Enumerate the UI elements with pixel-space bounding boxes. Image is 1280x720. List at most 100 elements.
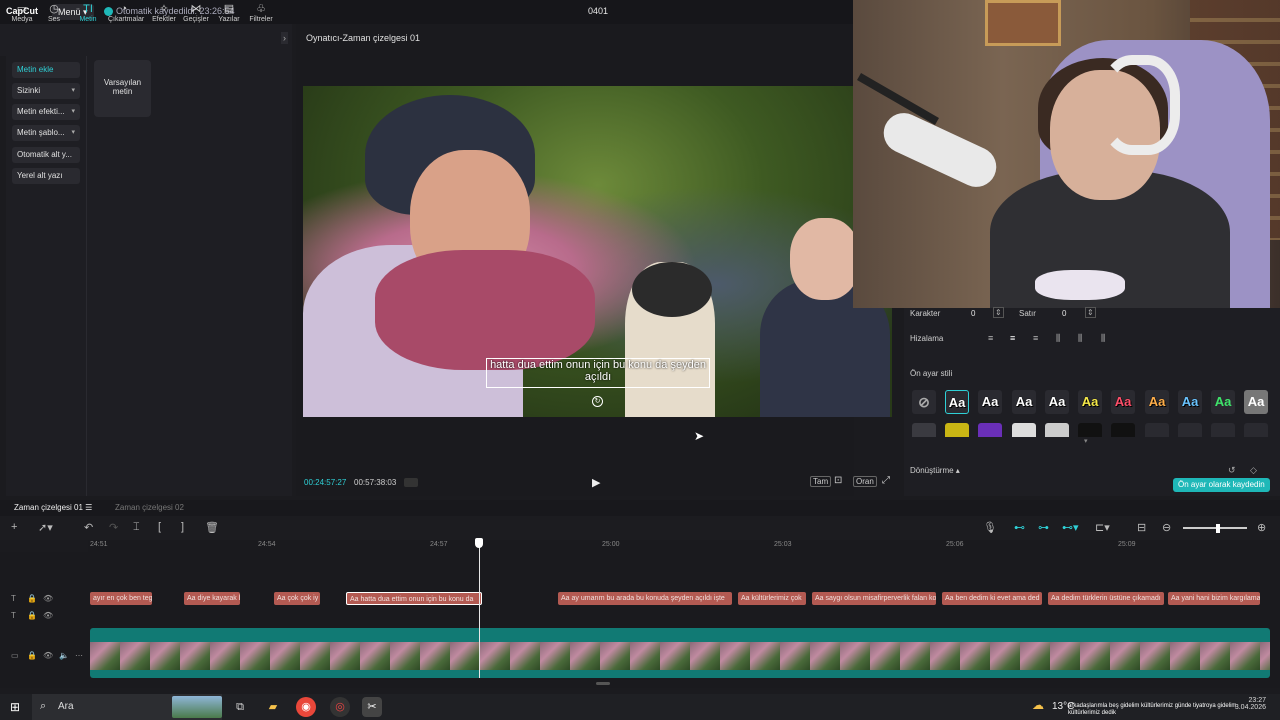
sidebar-item-text-effect[interactable]: Metin efekti... ▾ [12, 104, 80, 120]
sidebar-item-auto-captions[interactable]: Otomatik alt y... [12, 147, 80, 163]
preset-style-item[interactable] [1145, 423, 1169, 437]
tab-timeline-02[interactable]: Zaman çizelgesi 02 [115, 503, 184, 512]
file-explorer-icon[interactable]: ▰ [263, 697, 283, 717]
tab-audio[interactable]: ◷ Ses [38, 3, 70, 23]
caption-clip[interactable]: Aa diye kayarak b [184, 592, 240, 605]
visibility-icon[interactable]: 👁 [43, 651, 53, 660]
no-style-icon[interactable]: ⊘ [912, 390, 936, 414]
preset-style-item[interactable] [1244, 423, 1268, 437]
caption-clip[interactable]: Aa ay umarım bu arada bu konuda şeyden a… [558, 592, 732, 605]
split-icon[interactable]: ⌶ [133, 521, 140, 534]
preset-style-item[interactable]: Aa [945, 390, 969, 414]
preset-style-item[interactable] [1178, 423, 1202, 437]
capcut-icon[interactable]: ✂ [362, 697, 382, 717]
caption-clip[interactable]: Aa saygı olsun misafirperverlik falan ko [812, 592, 936, 605]
fullscreen-mode-button[interactable]: Tam [810, 476, 832, 487]
chevron-down-icon[interactable]: ▾ [1084, 437, 1088, 445]
delete-icon[interactable]: 🗑 [205, 521, 219, 534]
preset-style-item[interactable] [912, 423, 936, 437]
preset-style-item[interactable] [978, 423, 1002, 437]
weather-icon[interactable]: ☁ [1032, 698, 1044, 712]
microphone-icon[interactable]: 🎙 [983, 521, 997, 534]
ratio-button[interactable]: Oran [853, 476, 877, 487]
visibility-icon[interactable]: 👁 [43, 611, 53, 620]
sidebar-item-text-template[interactable]: Metin şablo... ▾ [12, 125, 80, 141]
save-preset-button[interactable]: Ön ayar olarak kaydedin [1173, 478, 1270, 492]
tab-timeline-01[interactable]: Zaman çizelgesi 01 ☰ [14, 503, 92, 512]
snapshot-icon[interactable]: ⊡ [834, 475, 842, 486]
redo-icon[interactable]: ↷ [109, 521, 118, 534]
trim-right-icon[interactable]: ] [181, 521, 184, 533]
caption-view-icon[interactable]: ⊟ [1137, 521, 1146, 534]
align-vertical-bottom-icon[interactable]: ⫼ [1101, 333, 1105, 344]
obs-icon[interactable]: ◎ [330, 697, 350, 717]
align-center-icon[interactable]: ≡ [1010, 333, 1015, 343]
character-spacing-input[interactable]: 0 [971, 309, 975, 318]
chevron-right-icon[interactable]: › [281, 32, 288, 44]
default-text-card[interactable]: Varsayılan metin [94, 60, 151, 117]
playhead[interactable] [479, 540, 480, 678]
caption-clip[interactable]: Aa ben dedim ki evet ama ded [942, 592, 1042, 605]
preset-style-item[interactable]: Aa [1244, 390, 1268, 414]
stepper-icon[interactable]: ⇕ [1085, 307, 1096, 318]
play-button[interactable]: ▶ [592, 476, 600, 489]
preview-axis-icon[interactable]: ⊏▾ [1095, 521, 1110, 534]
preset-style-item[interactable] [1012, 423, 1036, 437]
sidebar-item-yours[interactable]: Sizinki ▾ [12, 83, 80, 99]
trim-left-icon[interactable]: [ [158, 521, 161, 533]
align-vertical-top-icon[interactable]: ⫼ [1056, 333, 1060, 344]
magnet-icon[interactable]: ⊶ [1038, 521, 1049, 534]
preset-style-item[interactable] [945, 423, 969, 437]
caption-clip[interactable]: Aa yani hani bizim kargılama [1168, 592, 1260, 605]
undo-icon[interactable]: ↶ [84, 521, 93, 534]
stepper-icon[interactable]: ⇕ [993, 307, 1004, 318]
preset-style-item[interactable]: Aa [1111, 390, 1135, 414]
timecode-toggle-icon[interactable] [404, 478, 418, 487]
caption-clip[interactable]: Aa çok çok iy [274, 592, 320, 605]
rotate-handle-icon[interactable]: ↻ [592, 396, 603, 407]
preset-style-item[interactable]: Aa [1045, 390, 1069, 414]
preset-style-item[interactable]: Aa [1145, 390, 1169, 414]
task-view-icon[interactable]: ⧉ [230, 697, 250, 717]
zoom-slider-handle[interactable] [1216, 524, 1220, 533]
preset-style-item[interactable]: Aa [1211, 390, 1235, 414]
select-tool-icon[interactable]: ➚▾ [38, 521, 53, 534]
video-clip[interactable] [90, 628, 1270, 678]
caption-clip[interactable]: ayır en çok ben tege [90, 592, 152, 605]
preset-style-item[interactable]: Aa [1078, 390, 1102, 414]
sidebar-item-local-captions[interactable]: Yerel alt yazı [12, 168, 80, 184]
align-vertical-center-icon[interactable]: ⫼ [1078, 333, 1082, 344]
tab-text[interactable]: TI Metin [72, 3, 104, 23]
preset-style-item[interactable] [1111, 423, 1135, 437]
preset-style-item[interactable]: Aa [1178, 390, 1202, 414]
reset-icon[interactable]: ↺ [1228, 465, 1236, 476]
preset-style-item[interactable]: Aa [978, 390, 1002, 414]
taskbar-clock[interactable]: 23:27 3.04.2026 [1206, 697, 1266, 711]
caption-text[interactable]: hatta dua ettim onun için bu konu da şey… [486, 359, 710, 383]
preset-style-item[interactable]: Aa [1012, 390, 1036, 414]
tab-media[interactable]: ▭ Medya [6, 3, 38, 23]
caption-clip[interactable]: Aa kültürlerimiz çok [738, 592, 806, 605]
tab-stickers[interactable]: ◔ Çıkartmalar [108, 3, 144, 23]
playhead-handle[interactable] [475, 538, 483, 548]
tab-filters[interactable]: ♧ Filtreler [245, 3, 277, 23]
line-spacing-input[interactable]: 0 [1062, 309, 1066, 318]
lock-icon[interactable]: 🔒 [27, 651, 37, 660]
add-icon[interactable]: + [11, 521, 17, 533]
lock-icon[interactable]: 🔒 [27, 611, 37, 620]
align-right-icon[interactable]: ≡ [1033, 333, 1038, 343]
more-icon[interactable]: ⋯ [75, 651, 83, 660]
snap-icon[interactable]: ⊷▾ [1062, 521, 1079, 534]
zoom-slider[interactable] [1183, 527, 1247, 529]
keyframe-icon[interactable]: ◇ [1250, 465, 1257, 476]
audio-icon[interactable]: 🔈 [59, 651, 69, 660]
lock-icon[interactable]: 🔒 [27, 594, 37, 603]
link-clips-icon[interactable]: ⊷ [1014, 521, 1025, 534]
visibility-icon[interactable]: 👁 [43, 594, 53, 603]
zoom-in-icon[interactable]: ⊕ [1257, 521, 1266, 534]
sidebar-item-add-text[interactable]: Metin ekle [12, 62, 80, 78]
timeline-scrollbar[interactable] [596, 682, 610, 685]
align-left-icon[interactable]: ≡ [988, 333, 993, 343]
caption-clip[interactable]: Aa dedim türklerin üstüne çıkamadı [1048, 592, 1164, 605]
zoom-out-icon[interactable]: ⊖ [1162, 521, 1171, 534]
